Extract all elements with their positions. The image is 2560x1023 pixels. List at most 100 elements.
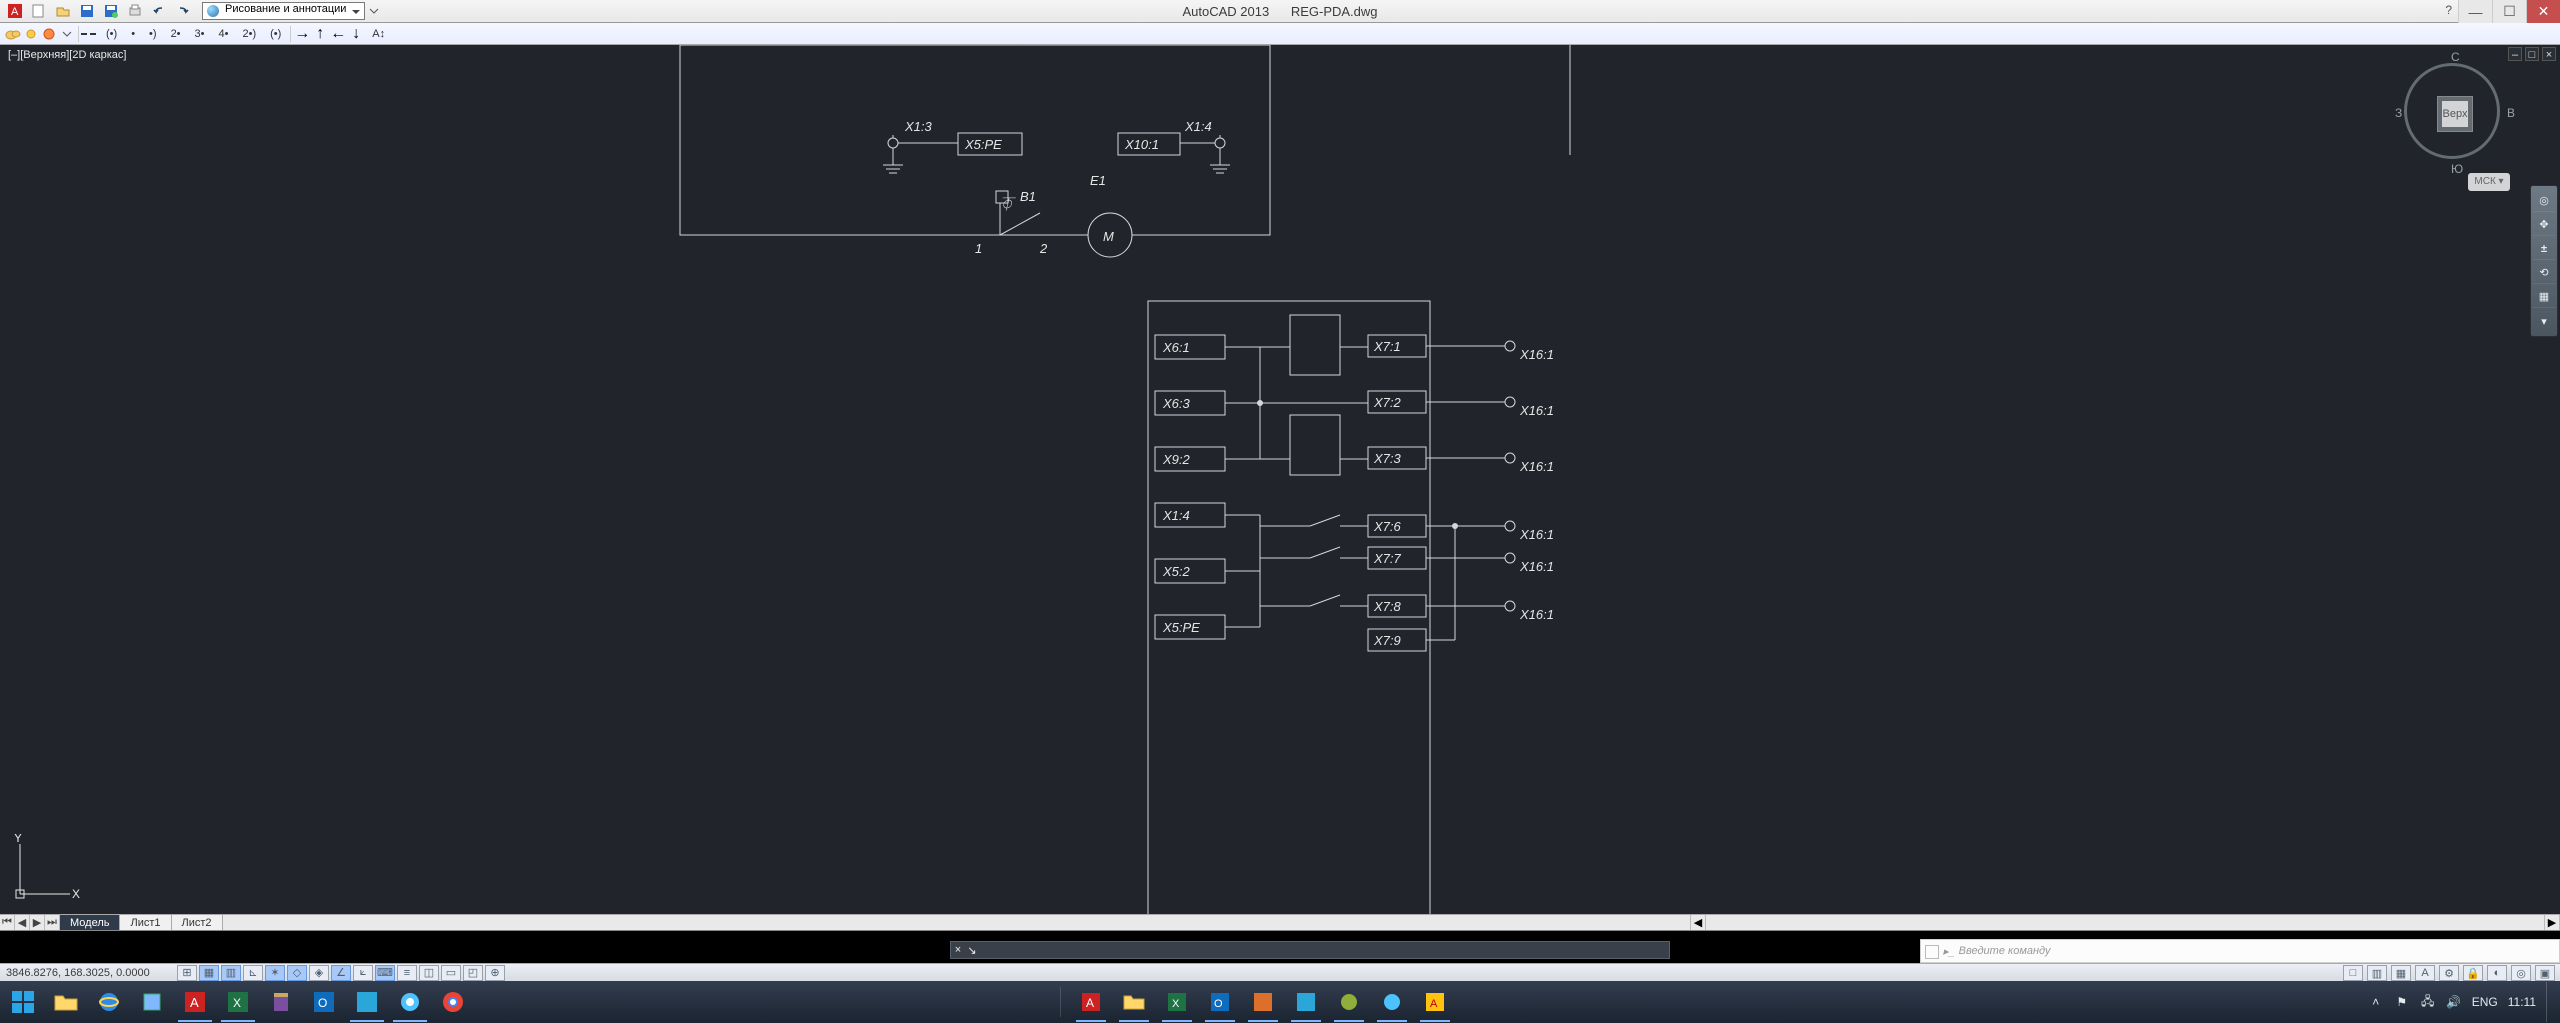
chevron-down-icon[interactable]: [58, 25, 76, 43]
arrow-left-icon[interactable]: ←: [329, 25, 347, 43]
viewport[interactable]: [–][Верхняя][2D каркас] – □ × Верх С В Ю…: [0, 45, 2560, 914]
saveas-icon[interactable]: [100, 1, 122, 21]
cl2: X9:2: [1162, 452, 1191, 467]
sun-icon[interactable]: [22, 25, 40, 43]
tb-app-5[interactable]: [1330, 982, 1368, 1022]
tb-app-7[interactable]: A: [1416, 982, 1454, 1022]
restore-button[interactable]: ☐: [2492, 0, 2526, 23]
ann-item-8[interactable]: (•): [263, 26, 288, 42]
ann-item-5[interactable]: 3•: [188, 26, 212, 42]
quickview-layouts-icon[interactable]: ▥: [2367, 965, 2387, 981]
save-icon[interactable]: [76, 1, 98, 21]
ann-item-2[interactable]: •: [124, 26, 142, 42]
dash-icon[interactable]: [81, 25, 99, 43]
browser-icon[interactable]: [389, 982, 431, 1022]
command-float-bar[interactable]: × ↘: [950, 941, 1670, 959]
tab-sheet1[interactable]: Лист1: [120, 915, 171, 930]
ann-item-1[interactable]: (•): [99, 26, 124, 42]
cmd-toggle-icon[interactable]: ↘: [965, 944, 979, 957]
isolate-icon[interactable]: ◎: [2511, 965, 2531, 981]
tray-flag-icon[interactable]: ⚑: [2394, 994, 2410, 1010]
lock-ui-icon[interactable]: 🔒: [2463, 965, 2483, 981]
tb-app-6[interactable]: [1373, 982, 1411, 1022]
workspace-switch-icon[interactable]: ⚙: [2439, 965, 2459, 981]
ann-item-9[interactable]: A↕: [365, 26, 392, 42]
tb-excel-2[interactable]: X: [1158, 982, 1196, 1022]
qat-more-icon[interactable]: [367, 1, 381, 21]
ortho-icon[interactable]: ⊾: [243, 965, 263, 981]
cmd-close-icon[interactable]: ×: [951, 944, 965, 956]
tray-showdesktop[interactable]: [2546, 982, 2554, 1022]
lwt-icon[interactable]: ≡: [397, 965, 417, 981]
scroll-right-icon[interactable]: ▶: [2544, 915, 2560, 930]
undo-icon[interactable]: [148, 1, 170, 21]
scroll-left-icon[interactable]: ◀: [1690, 915, 1706, 930]
model-space-icon[interactable]: □: [2343, 965, 2363, 981]
command-input[interactable]: ▸_ Введите команду: [1920, 939, 2560, 963]
cloud-icon[interactable]: [4, 25, 22, 43]
winrar-icon[interactable]: [260, 982, 302, 1022]
help-icon[interactable]: ?: [2445, 3, 2452, 17]
3dosnap-icon[interactable]: ◈: [309, 965, 329, 981]
tpy-icon[interactable]: ◫: [419, 965, 439, 981]
tray-up-icon[interactable]: ˄: [2368, 994, 2384, 1010]
tab-model[interactable]: Модель: [60, 915, 120, 930]
qp-icon[interactable]: ▭: [441, 965, 461, 981]
excel-icon[interactable]: X: [217, 982, 259, 1022]
arrow-up-icon[interactable]: ↑: [311, 25, 329, 43]
tb-outlook-2[interactable]: O: [1201, 982, 1239, 1022]
hardware-accel-icon[interactable]: ◐: [2487, 965, 2507, 981]
ann-item-6[interactable]: 4•: [212, 26, 236, 42]
app-other-icon[interactable]: [346, 982, 388, 1022]
open-icon[interactable]: [52, 1, 74, 21]
quickview-drawings-icon[interactable]: ▦: [2391, 965, 2411, 981]
tab-first-icon[interactable]: ⏮: [0, 915, 15, 930]
tab-next-icon[interactable]: ▶: [30, 915, 45, 930]
drawing-area[interactable]: [–][Верхняя][2D каркас] – □ × Верх С В Ю…: [0, 45, 2560, 914]
tab-last-icon[interactable]: ⏭: [45, 915, 60, 930]
sc-icon[interactable]: ◰: [463, 965, 483, 981]
ball-icon[interactable]: [40, 25, 58, 43]
workspace-dropdown[interactable]: Рисование и аннотации: [202, 2, 365, 20]
snap-icon[interactable]: ▦: [199, 965, 219, 981]
dyn-icon[interactable]: ⌨: [375, 965, 395, 981]
layout-hscroll[interactable]: ◀ ▶: [1690, 915, 2560, 930]
file-explorer-icon[interactable]: [45, 982, 87, 1022]
redo-icon[interactable]: [172, 1, 194, 21]
arrow-right-icon[interactable]: →: [293, 25, 311, 43]
tb-app-3[interactable]: [1244, 982, 1282, 1022]
ducs-icon[interactable]: ⟀: [353, 965, 373, 981]
grid-icon[interactable]: ▥: [221, 965, 241, 981]
arrow-down-icon[interactable]: ↓: [347, 25, 365, 43]
tab-sheet2[interactable]: Лист2: [172, 915, 223, 930]
ann-item-7[interactable]: 2•): [235, 26, 263, 42]
minimize-button[interactable]: —: [2458, 0, 2492, 23]
tb-app-4[interactable]: [1287, 982, 1325, 1022]
autocad-icon[interactable]: A: [174, 982, 216, 1022]
chrome-icon[interactable]: [432, 982, 474, 1022]
osnap-icon[interactable]: ◇: [287, 965, 307, 981]
tb-autocad-2[interactable]: A: [1072, 982, 1110, 1022]
polar-icon[interactable]: ✶: [265, 965, 285, 981]
app-menu-button[interactable]: A: [4, 1, 26, 21]
tray-time[interactable]: 11:11: [2508, 995, 2536, 1009]
infer-icon[interactable]: ⊞: [177, 965, 197, 981]
tray-volume-icon[interactable]: 🔊: [2446, 994, 2462, 1010]
close-button[interactable]: ✕: [2526, 0, 2560, 23]
tray-lang[interactable]: ENG: [2472, 995, 2498, 1009]
tab-prev-icon[interactable]: ◀: [15, 915, 30, 930]
outlook-icon[interactable]: O: [303, 982, 345, 1022]
annoscale-icon[interactable]: A: [2415, 965, 2435, 981]
app-generic-icon[interactable]: [131, 982, 173, 1022]
ann-item-3[interactable]: •): [142, 26, 164, 42]
ann-item-4[interactable]: 2•: [164, 26, 188, 42]
am-icon[interactable]: ⊕: [485, 965, 505, 981]
otrack-icon[interactable]: ∠: [331, 965, 351, 981]
ie-icon[interactable]: [88, 982, 130, 1022]
start-button[interactable]: [2, 982, 44, 1022]
plot-icon[interactable]: [124, 1, 146, 21]
tb-explorer-2[interactable]: [1115, 982, 1153, 1022]
tray-network-icon[interactable]: 🖧: [2420, 994, 2436, 1010]
clean-screen-icon[interactable]: ▣: [2535, 965, 2555, 981]
new-icon[interactable]: [28, 1, 50, 21]
